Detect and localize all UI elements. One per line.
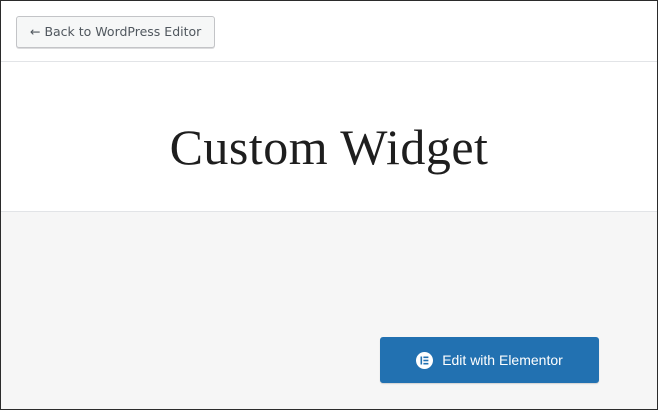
elementor-logo-icon xyxy=(416,351,434,369)
edit-with-elementor-button[interactable]: Edit with Elementor xyxy=(380,337,599,383)
editor-content-area: Edit with Elementor xyxy=(1,212,657,409)
back-to-wordpress-editor-button[interactable]: ← Back to WordPress Editor xyxy=(16,16,216,48)
title-area: Custom Widget xyxy=(1,62,657,212)
page-title[interactable]: Custom Widget xyxy=(1,122,657,172)
editor-window: ← Back to WordPress Editor Custom Widget… xyxy=(0,0,658,410)
edit-with-elementor-label: Edit with Elementor xyxy=(442,352,563,368)
top-toolbar: ← Back to WordPress Editor xyxy=(1,1,657,62)
